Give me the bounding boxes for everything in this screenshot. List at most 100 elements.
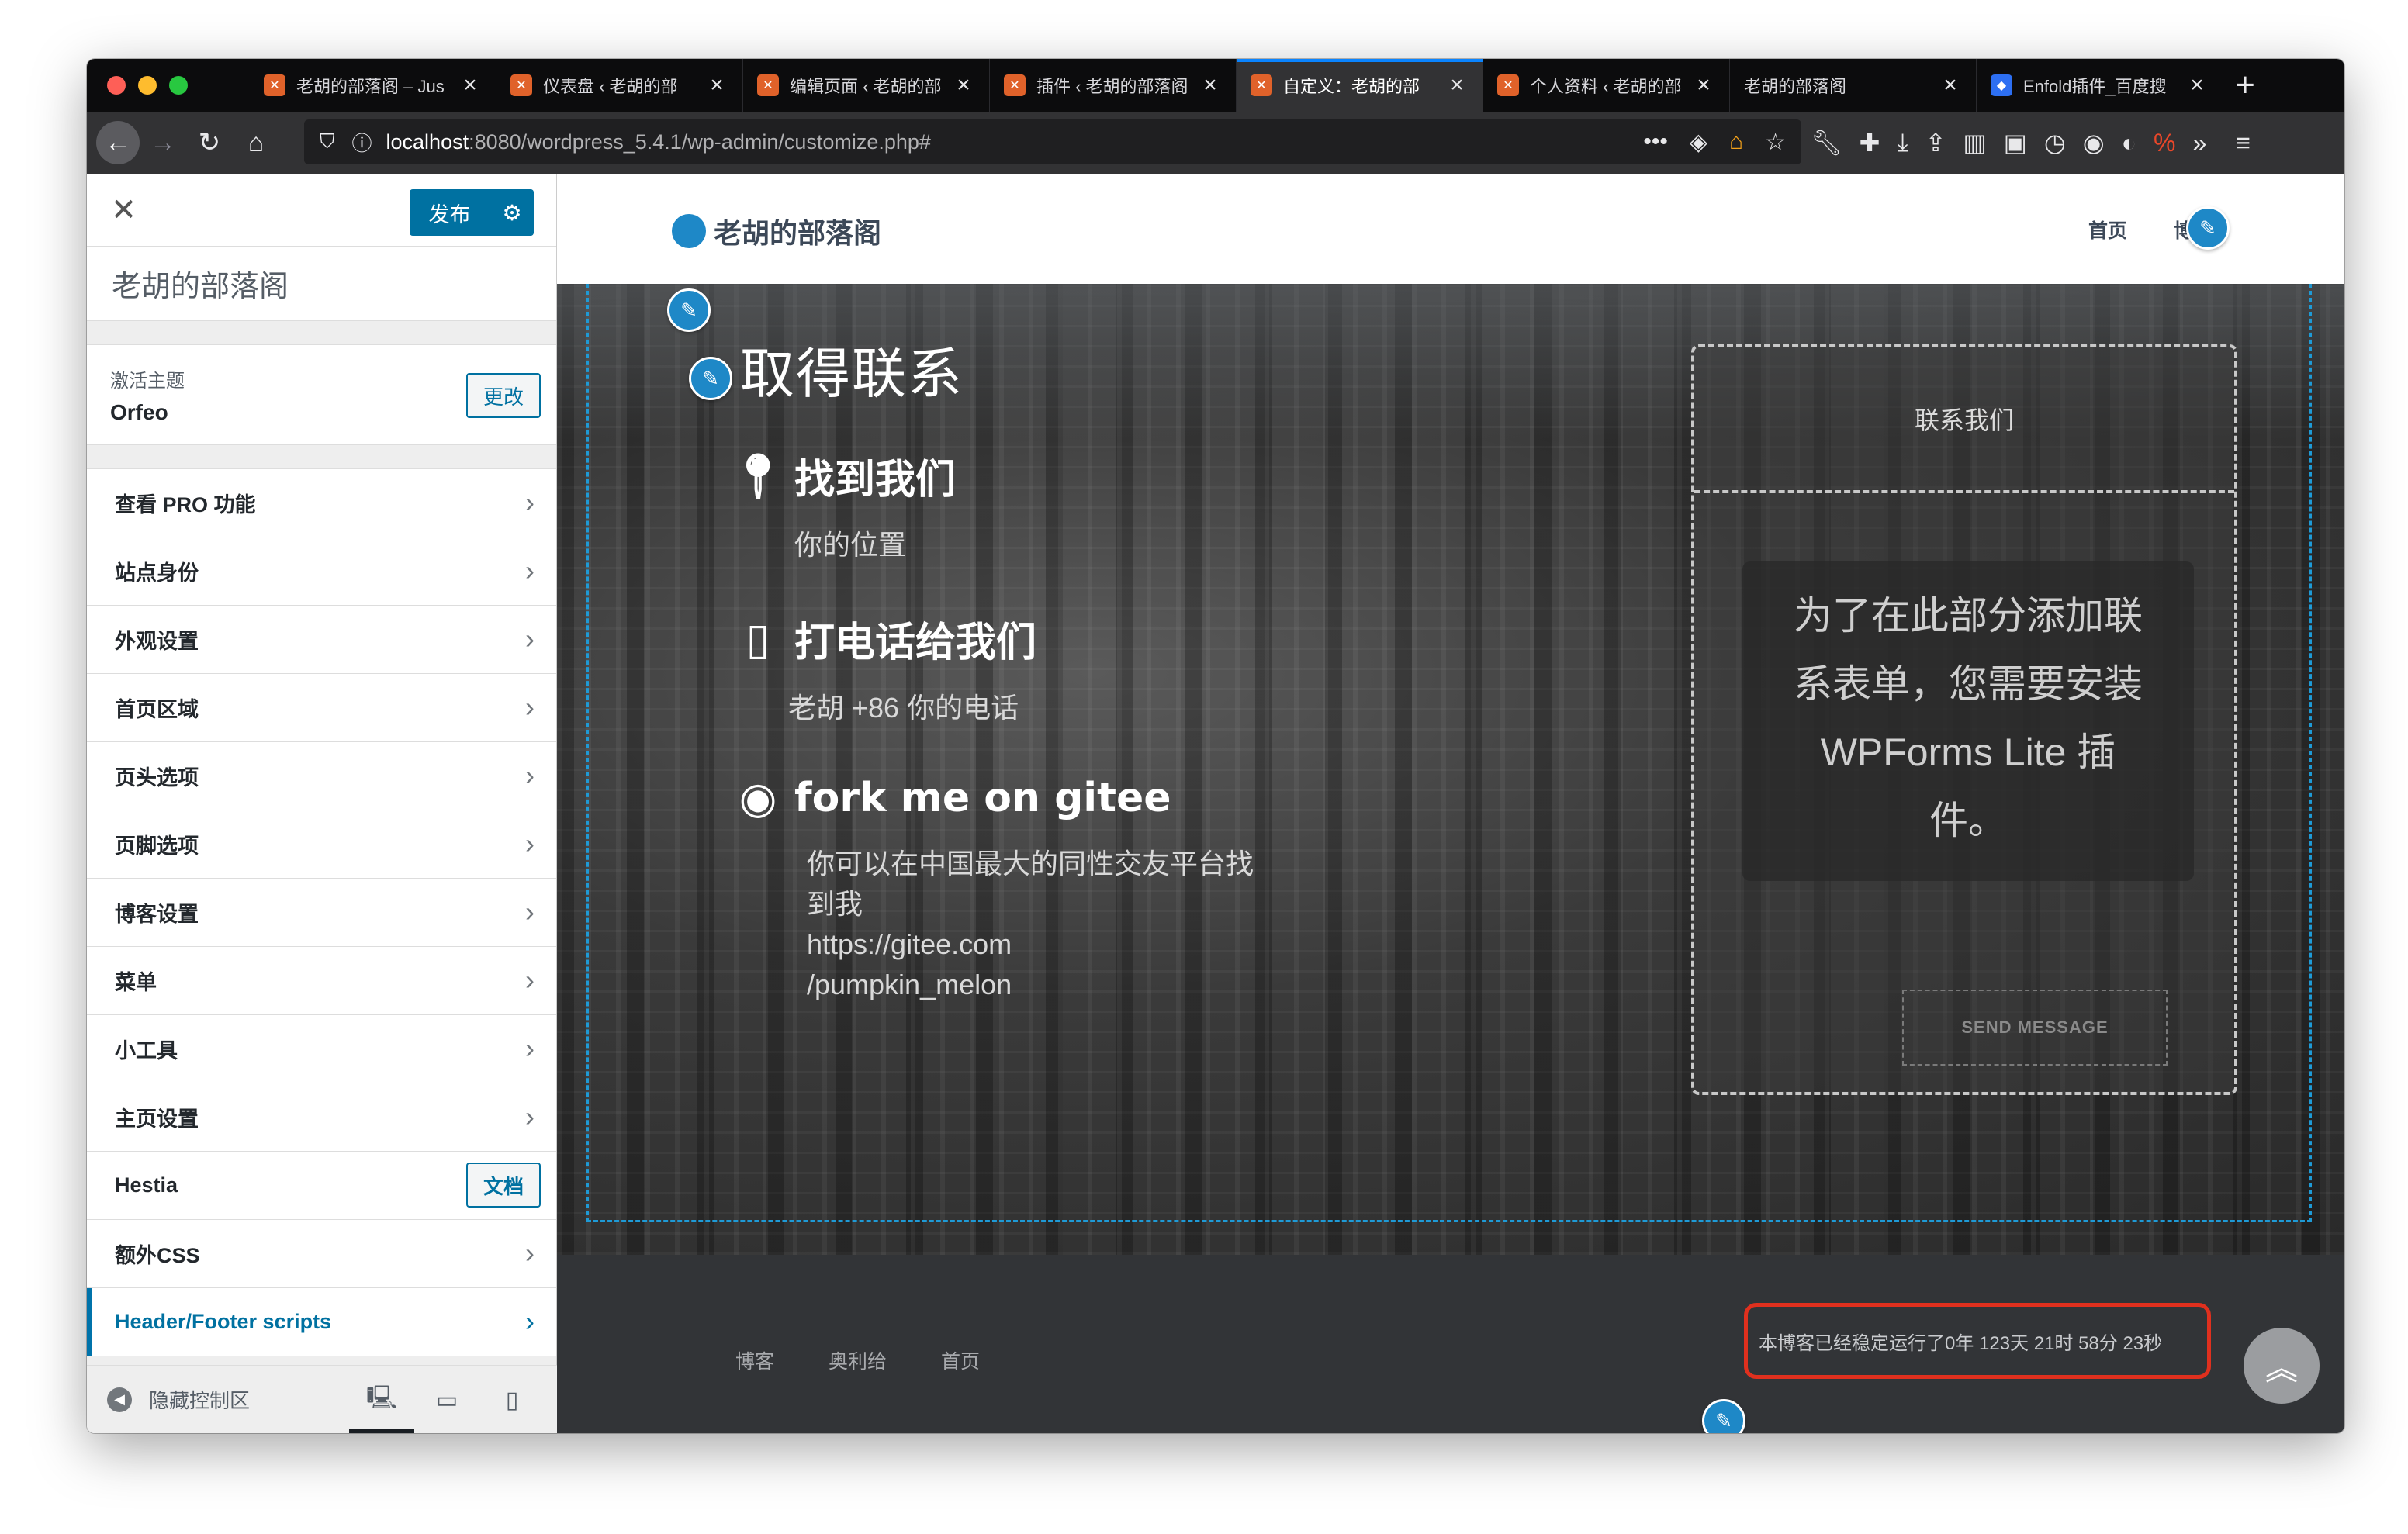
menu-icon[interactable]: ≡ [2236,129,2251,157]
edit-shortcut-pencil-icon[interactable]: ✎ [2186,206,2230,250]
wrench-icon[interactable]: 🔧︎ [1811,128,1842,157]
nav-link[interactable]: 首页 [2088,216,2127,244]
menu-item[interactable]: 页脚选项 › [87,810,556,879]
menu-item[interactable]: 主页设置 › [87,1083,556,1152]
contact-info-line[interactable]: /pumpkin_melon [807,965,1254,1005]
menu-item[interactable]: 页头选项 › [87,742,556,810]
tablet-preview-icon[interactable]: ▭ [414,1366,479,1433]
send-message-button[interactable]: SEND MESSAGE [1902,990,2168,1066]
edit-shortcut-pencil-icon[interactable]: ✎ [667,288,711,332]
scroll-to-top-button[interactable]: ︽ [2244,1328,2320,1404]
percent-extension-icon[interactable]: % [2154,129,2175,157]
browser-tab[interactable]: 老胡的部落阁 × [1730,59,1977,112]
url-host: localhost [386,130,469,154]
publish-settings-gear-icon[interactable]: ⚙ [490,200,534,226]
menu-item-hestia: Hestia 文档 [87,1152,556,1220]
uptime-counter: 本博客已经稳定运行了0年 123天 21时 58分 23秒 [1744,1303,2211,1379]
tab-close-icon[interactable]: × [1939,72,1962,98]
menu-item[interactable]: 查看 PRO 功能 › [87,469,556,537]
home-button[interactable]: ⌂ [233,119,279,166]
extensions-icon[interactable]: ✚ [1860,128,1880,157]
history-icon[interactable]: ◷ [2044,128,2066,157]
more-actions-icon[interactable]: ••• [1643,129,1668,155]
reload-button[interactable]: ↻ [186,119,233,166]
mobile-preview-icon[interactable]: ▯ [479,1366,545,1433]
menu-item[interactable]: 站点身份 › [87,537,556,606]
url-bar[interactable]: ⛉ ⓘ localhost:8080/wordpress_5.4.1/wp-ad… [304,119,1801,164]
site-logo[interactable]: 老胡的部落阁 [672,211,881,251]
browser-tab[interactable]: ◆ Enfold插件_百度搜 × [1977,59,2223,112]
contact-info-text: 你可以在中国最大的同性交友平台找 到我 https://gitee.com /p… [807,844,1254,1005]
pocket-icon[interactable]: ◈ [1690,129,1707,156]
tab-close-icon[interactable]: × [458,72,482,98]
menu-item[interactable]: 首页区域 › [87,674,556,742]
footer-link[interactable]: 博客 [735,1346,774,1374]
menu-item[interactable]: 菜单 › [87,947,556,1015]
download-icon[interactable]: ⤓ [1897,128,1908,157]
window-controls [87,59,250,112]
close-customizer-button[interactable]: ✕ [87,174,161,247]
forward-button[interactable]: → [140,119,186,166]
minimize-window-button[interactable] [138,76,157,95]
menu-item-label: 站点身份 [115,561,199,585]
tab-close-icon[interactable]: × [2185,72,2209,98]
tab-title: 编辑页面 ‹ 老胡的部 [790,77,942,96]
browser-tab-active[interactable]: ✕ 自定义：老胡的部 × [1237,59,1483,112]
tab-close-icon[interactable]: × [705,72,728,98]
menu-item[interactable]: 博客设置 › [87,879,556,947]
browser-window: ✕ 老胡的部落阁 – Jus × ✕ 仪表盘 ‹ 老胡的部 × ✕ 编辑页面 ‹… [87,59,2344,1433]
notice-line: 件。 [1929,799,2007,842]
change-theme-button[interactable]: 更改 [465,373,541,418]
contact-info-line[interactable]: https://gitee.com [807,924,1254,965]
browser-tab[interactable]: ✕ 编辑页面 ‹ 老胡的部 × [743,59,990,112]
chevron-right-icon: › [525,896,535,928]
info-icon[interactable]: ⓘ [352,128,372,157]
edit-shortcut-pencil-icon[interactable]: ✎ [689,357,732,400]
extension-ghost-icon[interactable]: ◐ [2122,129,2136,157]
tab-title: 插件 ‹ 老胡的部落阁 [1036,77,1188,96]
tab-close-icon[interactable]: × [1199,72,1222,98]
menu-item[interactable]: 小工具 › [87,1015,556,1083]
shield-icon[interactable]: ⛉ [320,130,335,154]
contact-title: 取得联系 [740,344,964,404]
library-icon[interactable]: ▥ [1963,128,1986,157]
account-icon[interactable]: ◉ [2083,128,2105,157]
menu-item-highlighted[interactable]: Header/Footer scripts › [87,1288,556,1356]
xampp-favicon-icon: ✕ [1004,74,1026,96]
tab-close-icon[interactable]: × [952,72,975,98]
bookmark-star-icon[interactable]: ☆ [1765,129,1786,156]
browser-tab[interactable]: ✕ 老胡的部落阁 – Jus × [250,59,496,112]
footer-link[interactable]: 奥利给 [829,1346,887,1374]
collapse-sidebar-button[interactable]: ◀ 隐藏控制区 [87,1385,250,1414]
menu-item[interactable]: 额外CSS › [87,1220,556,1288]
browser-tab[interactable]: ✕ 插件 ‹ 老胡的部落阁 × [990,59,1237,112]
extension-icon[interactable]: ⇪ [1925,128,1946,157]
chevron-right-icon: › [525,827,535,859]
github-icon: ◉ [739,773,777,822]
browser-tab[interactable]: ✕ 个人资料 ‹ 老胡的部 × [1483,59,1730,112]
home-extension-icon[interactable]: ⌂ [1729,129,1743,155]
overflow-icon[interactable]: » [2193,129,2207,157]
zoom-window-button[interactable] [169,76,188,95]
docs-button[interactable]: 文档 [465,1163,541,1208]
contact-form-title: 联系我们 [1694,347,2234,493]
tab-close-icon[interactable]: × [1692,72,1715,98]
back-button[interactable]: ← [96,121,140,164]
desktop-preview-icon[interactable]: 🖳︎ [349,1366,414,1433]
tab-title: 个人资料 ‹ 老胡的部 [1530,77,1682,96]
close-icon: ✕ [110,193,137,227]
publish-button-group: 发布 ⚙ [410,189,534,236]
chevron-right-icon: › [525,759,535,791]
new-tab-button[interactable]: + [2223,59,2267,112]
footer-link[interactable]: 首页 [941,1346,980,1374]
browser-tab[interactable]: ✕ 仪表盘 ‹ 老胡的部 × [496,59,743,112]
sidebar-icon[interactable]: ▣ [2004,128,2027,157]
collapse-label: 隐藏控制区 [149,1389,251,1412]
customizer-header: ✕ 发布 ⚙ [87,174,556,247]
tab-close-icon[interactable]: × [1445,72,1469,98]
chevron-right-icon: › [525,1100,535,1132]
close-window-button[interactable] [107,76,126,95]
publish-button[interactable]: 发布 [410,197,490,228]
wpforms-notice: 为了在此部分添加联 系表单，您需要安装 WPForms Lite 插 件。 [1742,561,2194,881]
menu-item[interactable]: 外观设置 › [87,606,556,674]
